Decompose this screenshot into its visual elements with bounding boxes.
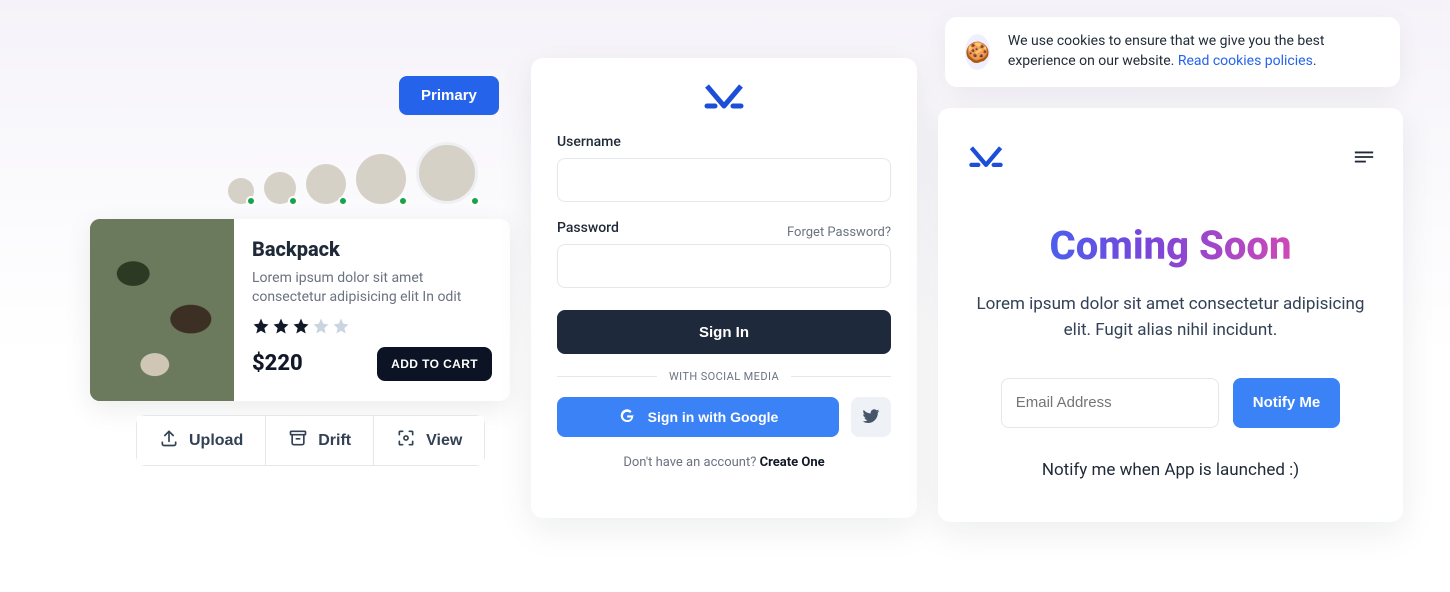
avatar[interactable] bbox=[356, 154, 406, 204]
google-sign-in-button[interactable]: Sign in with Google bbox=[557, 397, 839, 437]
product-image bbox=[90, 219, 234, 401]
rating-stars bbox=[252, 317, 492, 335]
sign-in-button[interactable]: Sign In bbox=[557, 310, 891, 354]
password-label: Password bbox=[557, 220, 619, 236]
avatar[interactable] bbox=[306, 164, 346, 204]
menu-button[interactable] bbox=[1353, 150, 1375, 167]
product-title: Backpack bbox=[252, 237, 492, 261]
cookie-notice: 🍪 We use cookies to ensure that we give … bbox=[945, 17, 1400, 87]
create-account-row: Don't have an account? Create One bbox=[557, 455, 891, 470]
star-icon bbox=[332, 317, 350, 335]
google-icon bbox=[618, 407, 636, 428]
coming-soon-panel: Coming Soon Lorem ipsum dolor sit amet c… bbox=[938, 108, 1403, 522]
google-label: Sign in with Google bbox=[648, 409, 779, 425]
view-button[interactable]: View bbox=[373, 416, 484, 465]
star-icon bbox=[292, 317, 310, 335]
cookie-text: We use cookies to ensure that we give yo… bbox=[1008, 32, 1380, 71]
upload-label: Upload bbox=[189, 432, 243, 450]
view-label: View bbox=[426, 432, 462, 450]
presence-indicator bbox=[246, 196, 256, 206]
presence-indicator bbox=[398, 196, 408, 206]
email-input[interactable] bbox=[1001, 378, 1219, 428]
notify-button[interactable]: Notify Me bbox=[1233, 378, 1341, 428]
username-label: Username bbox=[557, 134, 891, 150]
avatar[interactable] bbox=[264, 172, 296, 204]
presence-indicator bbox=[470, 196, 480, 206]
add-to-cart-button[interactable]: ADD TO CART bbox=[377, 347, 492, 381]
avatar[interactable] bbox=[416, 142, 478, 204]
social-divider: WITH SOCIAL MEDIA bbox=[557, 370, 891, 383]
star-icon bbox=[252, 317, 270, 335]
menu-icon bbox=[1353, 152, 1375, 167]
primary-button[interactable]: Primary bbox=[399, 76, 499, 115]
upload-button[interactable]: Upload bbox=[137, 416, 265, 465]
create-account-link[interactable]: Create One bbox=[760, 455, 825, 470]
coming-soon-footer: Notify me when App is launched :) bbox=[966, 460, 1375, 480]
upload-icon bbox=[159, 428, 179, 453]
brand-logo-icon bbox=[701, 84, 747, 112]
archive-icon bbox=[288, 428, 308, 453]
star-icon bbox=[312, 317, 330, 335]
coming-soon-description: Lorem ipsum dolor sit amet consectetur a… bbox=[966, 291, 1375, 344]
drift-label: Drift bbox=[318, 432, 351, 450]
twitter-sign-in-button[interactable] bbox=[851, 397, 891, 437]
action-button-group: Upload Drift View bbox=[136, 415, 485, 466]
presence-indicator bbox=[288, 196, 298, 206]
star-icon bbox=[272, 317, 290, 335]
drift-button[interactable]: Drift bbox=[265, 416, 373, 465]
focus-icon bbox=[396, 428, 416, 453]
cookie-icon: 🍪 bbox=[965, 34, 990, 70]
login-panel: Username Password Forget Password? Sign … bbox=[531, 58, 917, 518]
presence-indicator bbox=[338, 196, 348, 206]
divider-label: WITH SOCIAL MEDIA bbox=[669, 370, 779, 383]
twitter-icon bbox=[861, 406, 881, 429]
product-card: Backpack Lorem ipsum dolor sit amet cons… bbox=[90, 219, 510, 401]
no-account-text: Don't have an account? bbox=[623, 455, 759, 470]
password-input[interactable] bbox=[557, 244, 891, 288]
avatar-group bbox=[228, 142, 478, 204]
coming-soon-title: Coming Soon bbox=[966, 222, 1375, 269]
avatar[interactable] bbox=[228, 178, 254, 204]
product-description: Lorem ipsum dolor sit amet consectetur a… bbox=[252, 269, 492, 307]
cookie-policy-link[interactable]: Read cookies policies bbox=[1178, 53, 1313, 69]
product-price: $220 bbox=[252, 351, 303, 376]
brand-logo-icon bbox=[966, 146, 1006, 170]
username-input[interactable] bbox=[557, 158, 891, 202]
forgot-password-link[interactable]: Forget Password? bbox=[787, 225, 891, 240]
